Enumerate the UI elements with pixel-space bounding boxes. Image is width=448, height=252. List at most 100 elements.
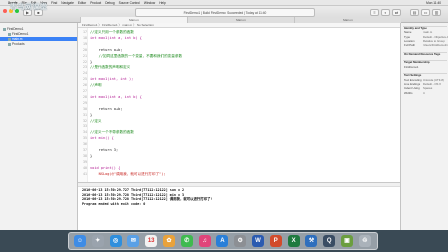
photos-icon[interactable]: ✿ bbox=[163, 235, 175, 247]
code-line[interactable]: return a+b; bbox=[90, 48, 123, 52]
toggle-inspector-button[interactable]: ▥ bbox=[432, 9, 441, 16]
menu-item[interactable]: Help bbox=[159, 1, 166, 5]
console-output-line: 2016-06-13 15:50:29.727 Third[77112:1212… bbox=[82, 188, 185, 192]
inspector-label: Widths bbox=[404, 90, 413, 95]
settings-icon[interactable]: ⚙ bbox=[234, 235, 247, 247]
code-line[interactable]: int max1(int a, int b) { bbox=[90, 95, 142, 99]
close-window-button[interactable] bbox=[3, 9, 7, 13]
calendar-icon[interactable]: 13 bbox=[145, 235, 158, 247]
line-number: 19 bbox=[83, 41, 87, 46]
console-output-line: Program ended with exit code: 0 bbox=[82, 201, 146, 206]
inspector-label: FirstDemo1 bbox=[404, 64, 419, 69]
line-number: 24 bbox=[83, 71, 87, 76]
line-number: 32 bbox=[83, 118, 87, 123]
xcode-icon[interactable]: ⚒ bbox=[305, 235, 318, 247]
code-line[interactable]: //是代函数的声明和定义 bbox=[90, 65, 130, 69]
menu-item[interactable]: Source Control bbox=[119, 1, 140, 5]
code-line[interactable]: NSLog(@"调用我，就可以进行打印了"); bbox=[90, 172, 166, 176]
menu-item[interactable]: Product bbox=[90, 1, 101, 5]
finder-icon[interactable]: ☺ bbox=[74, 235, 86, 247]
navigator-item[interactable]: FirstDemo1 bbox=[3, 32, 28, 36]
line-number: 28 bbox=[83, 94, 87, 99]
navigator-item-label: main.m bbox=[12, 37, 23, 41]
line-number: 21 bbox=[83, 53, 87, 58]
line-number: 33 bbox=[83, 124, 87, 129]
standard-editor-button[interactable]: ≡ bbox=[370, 9, 379, 16]
toggle-navigator-button[interactable]: ▤ bbox=[410, 9, 419, 16]
file-icon bbox=[8, 42, 11, 46]
line-number: 35 bbox=[83, 136, 87, 141]
line-number: 25 bbox=[83, 77, 87, 82]
line-number: 20 bbox=[83, 47, 87, 52]
code-line[interactable]: //如同这里函数的一个变量，不要和我们的变量参数 bbox=[90, 54, 182, 58]
menu-item[interactable]: Editor bbox=[78, 1, 86, 5]
preview-icon[interactable]: ▣ bbox=[341, 235, 353, 247]
code-line[interactable]: //定义 bbox=[90, 119, 102, 123]
line-number: 41 bbox=[83, 171, 87, 176]
assistant-editor-button[interactable]: ◐ bbox=[381, 9, 390, 16]
code-line[interactable]: //定义只用一个参数的函数 bbox=[90, 30, 134, 34]
code-line[interactable]: int min() { bbox=[90, 136, 114, 140]
line-number: 29 bbox=[83, 100, 87, 105]
inspector-value: /Users/FirstDemo1/main.m bbox=[423, 43, 448, 48]
code-line[interactable]: int max1(int a, int b) { bbox=[90, 36, 142, 40]
code-line[interactable]: } bbox=[90, 154, 92, 158]
code-line[interactable]: void print() { bbox=[90, 166, 120, 170]
line-number: 31 bbox=[83, 112, 87, 117]
line-number: 26 bbox=[83, 83, 87, 88]
code-line[interactable]: } bbox=[90, 113, 92, 117]
line-number: 22 bbox=[83, 59, 87, 64]
messages-icon[interactable]: ✆ bbox=[180, 235, 193, 247]
navigator-item[interactable]: FirstDemo1 bbox=[3, 27, 23, 31]
safari-icon[interactable]: ◎ bbox=[109, 235, 122, 247]
activity-status: FirstDemo1 | Build FirstDemo: Succeeded … bbox=[135, 8, 315, 17]
trash-icon[interactable]: ♲ bbox=[358, 235, 371, 247]
line-number: 37 bbox=[83, 148, 87, 152]
code-line[interactable]: } bbox=[90, 60, 92, 64]
file-icon bbox=[8, 37, 11, 41]
navigator-item-label: Products bbox=[12, 42, 25, 46]
mail-icon[interactable]: ✉ bbox=[127, 235, 140, 247]
menu-item[interactable]: Window bbox=[144, 1, 155, 5]
navigator-item-label: FirstDemo1 bbox=[7, 27, 24, 31]
line-number: 30 bbox=[83, 106, 87, 111]
toggle-debug-button[interactable]: ▭ bbox=[421, 9, 430, 16]
file-icon bbox=[3, 27, 6, 31]
line-number: 40 bbox=[83, 165, 87, 170]
version-editor-button[interactable]: ⇄ bbox=[392, 9, 401, 16]
debug-bar bbox=[78, 183, 400, 187]
line-number: 17 bbox=[83, 30, 87, 34]
code-line[interactable]: return 3; bbox=[90, 148, 119, 152]
itunes-icon[interactable]: ♫ bbox=[198, 235, 211, 247]
launchpad-icon[interactable]: ✦ bbox=[91, 235, 104, 247]
word-icon[interactable]: W bbox=[252, 235, 264, 247]
navigator-item[interactable]: Products bbox=[3, 42, 25, 46]
line-number: 18 bbox=[83, 35, 87, 40]
code-line[interactable]: int max1(int, int ); bbox=[90, 77, 133, 81]
inspector-label: On Demand Resource Tags bbox=[404, 51, 441, 56]
menu-item[interactable]: Debug bbox=[105, 1, 114, 5]
xcode-window: ▶ ■ ≡ ◐ ⇄ ▤ ▭ ▥ FirstDemo1 | Build First… bbox=[0, 6, 448, 230]
navigator-item[interactable]: main.m bbox=[0, 37, 77, 41]
line-number: 38 bbox=[83, 153, 87, 158]
line-number: 27 bbox=[83, 89, 87, 93]
menu-item[interactable]: Find bbox=[51, 1, 57, 5]
quicktime-icon[interactable]: Q bbox=[323, 235, 336, 247]
line-number: 39 bbox=[83, 159, 87, 164]
appstore-icon[interactable]: A bbox=[216, 235, 229, 247]
source-editor[interactable]: 17//定义只用一个参数的函数 18 int max1(int a, int b) … bbox=[78, 28, 400, 182]
line-number: 23 bbox=[83, 65, 87, 70]
powerpoint-icon[interactable]: P bbox=[269, 235, 282, 247]
debug-console[interactable]: 2016-06-13 15:50:29.727 Third[77112:1212… bbox=[78, 182, 400, 230]
menu-item[interactable]: Navigate bbox=[61, 1, 74, 5]
code-line[interactable]: return a+b; bbox=[90, 107, 123, 111]
code-line[interactable]: //定义一个不带参数的函数 bbox=[90, 130, 134, 134]
dock: ☺ ✦ ◎ ✉ 13 ✿ ✆ ♫ A ⚙ W P X ⚒ Q ▣ ♲ bbox=[68, 232, 378, 250]
watermark-logo: 青鸟网课堂 bbox=[10, 4, 48, 11]
line-number: 34 bbox=[83, 130, 87, 135]
code-line[interactable]: //声明 bbox=[90, 83, 102, 87]
excel-icon[interactable]: X bbox=[287, 235, 300, 247]
project-navigator: FirstDemo1 FirstDemo1 main.m Products bbox=[0, 23, 78, 230]
inspector-value: 4 bbox=[423, 90, 425, 95]
navigator-item-label: FirstDemo1 bbox=[12, 32, 29, 36]
